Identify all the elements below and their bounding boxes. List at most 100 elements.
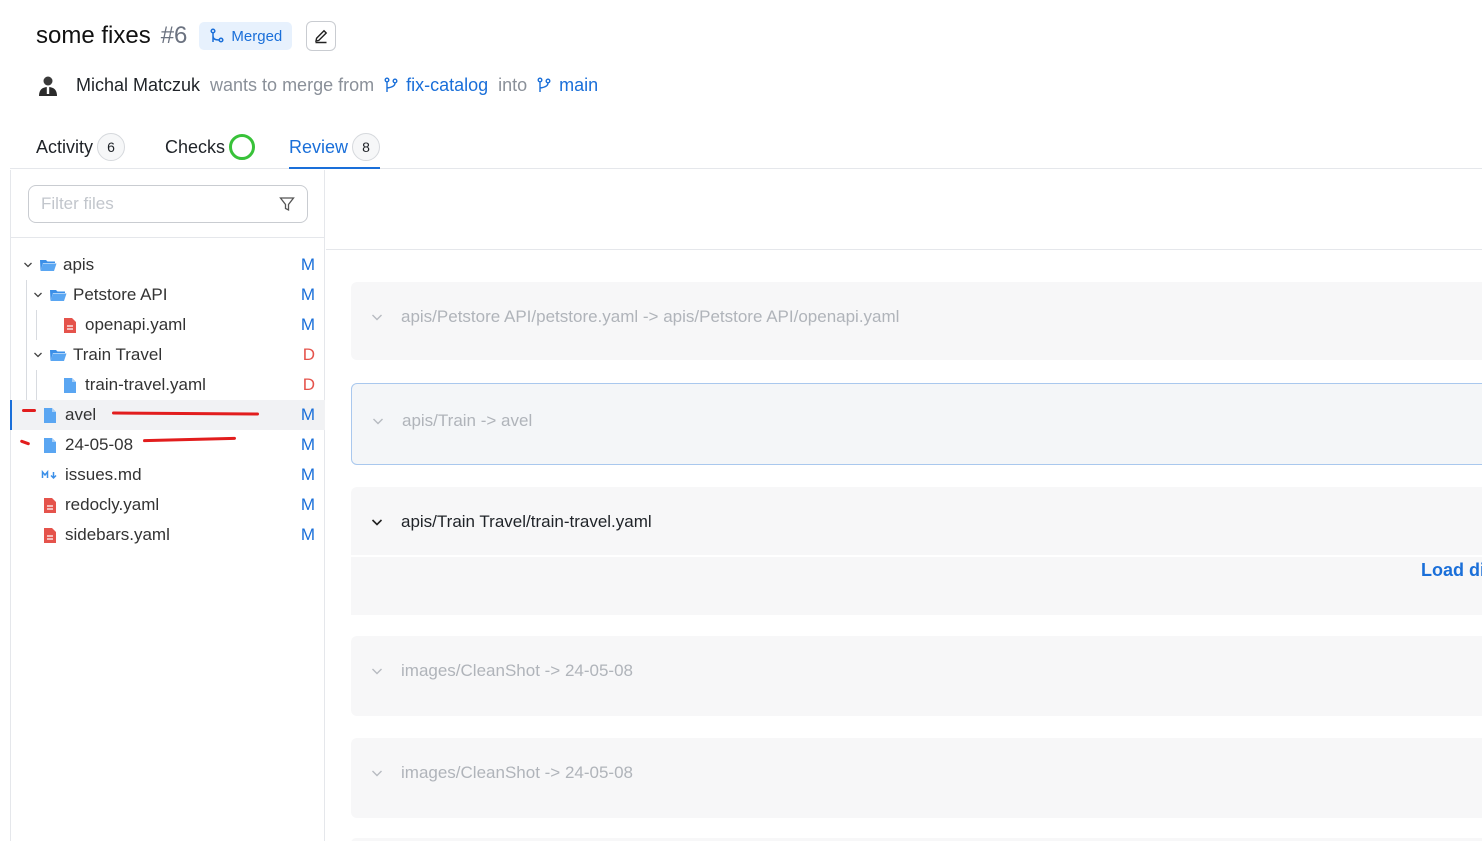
tree-item-petstore-api[interactable]: Petstore API M (11, 280, 325, 310)
tab-checks[interactable]: Checks (165, 126, 256, 168)
tab-checks-label: Checks (165, 136, 226, 157)
yaml-file-icon (61, 316, 79, 334)
folder-open-icon (49, 346, 67, 364)
file-icon (61, 376, 79, 394)
diff-card[interactable]: apis/Petstore API/petstore.yaml -> apis/… (351, 282, 1482, 360)
sidebar-divider (11, 237, 325, 238)
chevron-down-icon[interactable] (371, 312, 385, 322)
tree-guide (36, 310, 37, 340)
yaml-file-icon (41, 496, 59, 514)
diff-panel: apis/Petstore API/petstore.yaml -> apis/… (326, 170, 1482, 841)
annotation-mark (22, 409, 36, 412)
status-modified: M (300, 285, 315, 304)
diff-card[interactable]: images/CleanShot -> 24-05-08 (351, 738, 1482, 818)
merged-label: Merged (231, 27, 283, 45)
author-name[interactable]: Michal Matczuk (76, 75, 200, 96)
branch-icon (537, 77, 551, 92)
tree-item-label: openapi.yaml (85, 315, 187, 334)
pr-title: some fixes (36, 22, 151, 49)
diff-header[interactable]: apis/Train -> avel (352, 384, 1482, 458)
tree-item-label: Petstore API (73, 285, 168, 304)
chevron-down-icon[interactable] (371, 768, 385, 778)
into-text: into (498, 74, 528, 95)
pr-header: some fixes #6 Merged Michal Matczuk want… (0, 0, 1482, 170)
status-modified: M (300, 465, 315, 484)
chevron-down-icon[interactable] (371, 666, 385, 676)
tab-review-count: 8 (352, 133, 381, 161)
filter-files-field[interactable] (28, 185, 308, 223)
tree-guide (36, 370, 37, 400)
tree-item-train-travel[interactable]: Train Travel D (11, 340, 325, 370)
tree-item-label: train-travel.yaml (85, 375, 206, 394)
chevron-down-icon[interactable] (31, 350, 45, 360)
source-branch-label: fix-catalog (406, 74, 489, 95)
tree-item-label: sidebars.yaml (65, 525, 170, 544)
file-tree: apis M Petstore API M openapi.yaml M Tra… (10, 250, 325, 550)
tree-item-train-travel-yaml[interactable]: train-travel.yaml D (11, 370, 325, 400)
diff-file-path: apis/Train -> avel (402, 411, 533, 430)
tree-item-label: avel (65, 405, 97, 424)
tree-item-sidebars-yaml[interactable]: sidebars.yaml M (11, 520, 325, 550)
target-branch[interactable]: main (537, 75, 598, 96)
chevron-down-icon[interactable] (372, 416, 386, 426)
tab-activity-label: Activity (36, 136, 94, 157)
diff-file-path: images/CleanShot -> 24-05-08 (401, 661, 633, 680)
tab-activity[interactable]: Activity 6 (36, 126, 126, 168)
tree-item-apis[interactable]: apis M (11, 250, 325, 280)
diff-header[interactable]: apis/Train Travel/train-travel.yaml (351, 487, 1482, 557)
diff-card[interactable]: apis/Train Travel/train-travel.yaml Load… (351, 487, 1482, 615)
file-sidebar: apis M Petstore API M openapi.yaml M Tra… (10, 170, 325, 841)
source-branch[interactable]: fix-catalog (384, 75, 488, 96)
tab-review-label: Review (289, 136, 349, 157)
tree-item-label: 24-05-08 (65, 435, 134, 454)
diff-file-path: images/CleanShot -> 24-05-08 (401, 763, 633, 782)
filter-icon[interactable] (279, 196, 295, 212)
yaml-file-icon (41, 526, 59, 544)
branch-icon (384, 77, 398, 92)
diff-header[interactable]: images/CleanShot -> 24-05-08 (351, 636, 1482, 706)
tree-item-label: Train Travel (73, 345, 163, 364)
pr-number: #6 (160, 22, 188, 49)
tab-review[interactable]: Review 8 (289, 126, 381, 169)
target-branch-label: main (559, 74, 599, 95)
folder-open-icon (39, 256, 57, 274)
tree-guide (26, 310, 27, 340)
diff-file-path: apis/Train Travel/train-travel.yaml (401, 512, 652, 531)
filter-files-input[interactable] (41, 194, 279, 214)
tree-item-openapi-yaml[interactable]: openapi.yaml M (11, 310, 325, 340)
chevron-down-icon[interactable] (371, 517, 385, 527)
edit-title-button[interactable] (306, 21, 337, 51)
tree-item-avel[interactable]: avel M (10, 400, 325, 430)
tree-item-issues-md[interactable]: issues.md M (11, 460, 325, 490)
tab-bar: Activity 6 Checks Review 8 (10, 112, 1482, 169)
diff-header[interactable]: apis/Petstore API/petstore.yaml -> apis/… (351, 282, 1482, 352)
title-row: some fixes #6 Merged (36, 18, 337, 54)
file-icon (41, 406, 59, 424)
tree-item-label: apis (63, 255, 95, 274)
merged-badge: Merged (199, 22, 293, 50)
status-modified: M (300, 315, 315, 334)
load-diff-link[interactable]: Load di (1421, 560, 1482, 581)
diff-file-path: apis/Petstore API/petstore.yaml -> apis/… (401, 307, 900, 326)
diff-card[interactable]: images/CleanShot -> 24-05-08 (351, 636, 1482, 716)
status-modified: M (300, 405, 315, 424)
tree-item-label: redocly.yaml (65, 495, 160, 514)
diff-body (351, 555, 1482, 615)
status-modified: M (300, 435, 315, 454)
wants-text: wants to merge from (210, 74, 375, 95)
diff-header[interactable]: images/CleanShot -> 24-05-08 (351, 738, 1482, 808)
pencil-icon (315, 29, 328, 44)
diff-card[interactable]: apis/Train -> avel (351, 383, 1482, 465)
tree-item-label: issues.md (65, 465, 142, 484)
chevron-down-icon[interactable] (21, 260, 35, 270)
folder-open-icon (49, 286, 67, 304)
tree-item-24-05-08[interactable]: 24-05-08 M (11, 430, 325, 460)
merge-icon (210, 28, 224, 43)
status-deleted: D (302, 375, 315, 394)
chevron-down-icon[interactable] (31, 290, 45, 300)
check-status-icon (229, 134, 256, 160)
diff-toolbar (326, 170, 1482, 250)
tree-item-redocly-yaml[interactable]: redocly.yaml M (11, 490, 325, 520)
tree-guide (26, 280, 27, 310)
file-icon (41, 436, 59, 454)
